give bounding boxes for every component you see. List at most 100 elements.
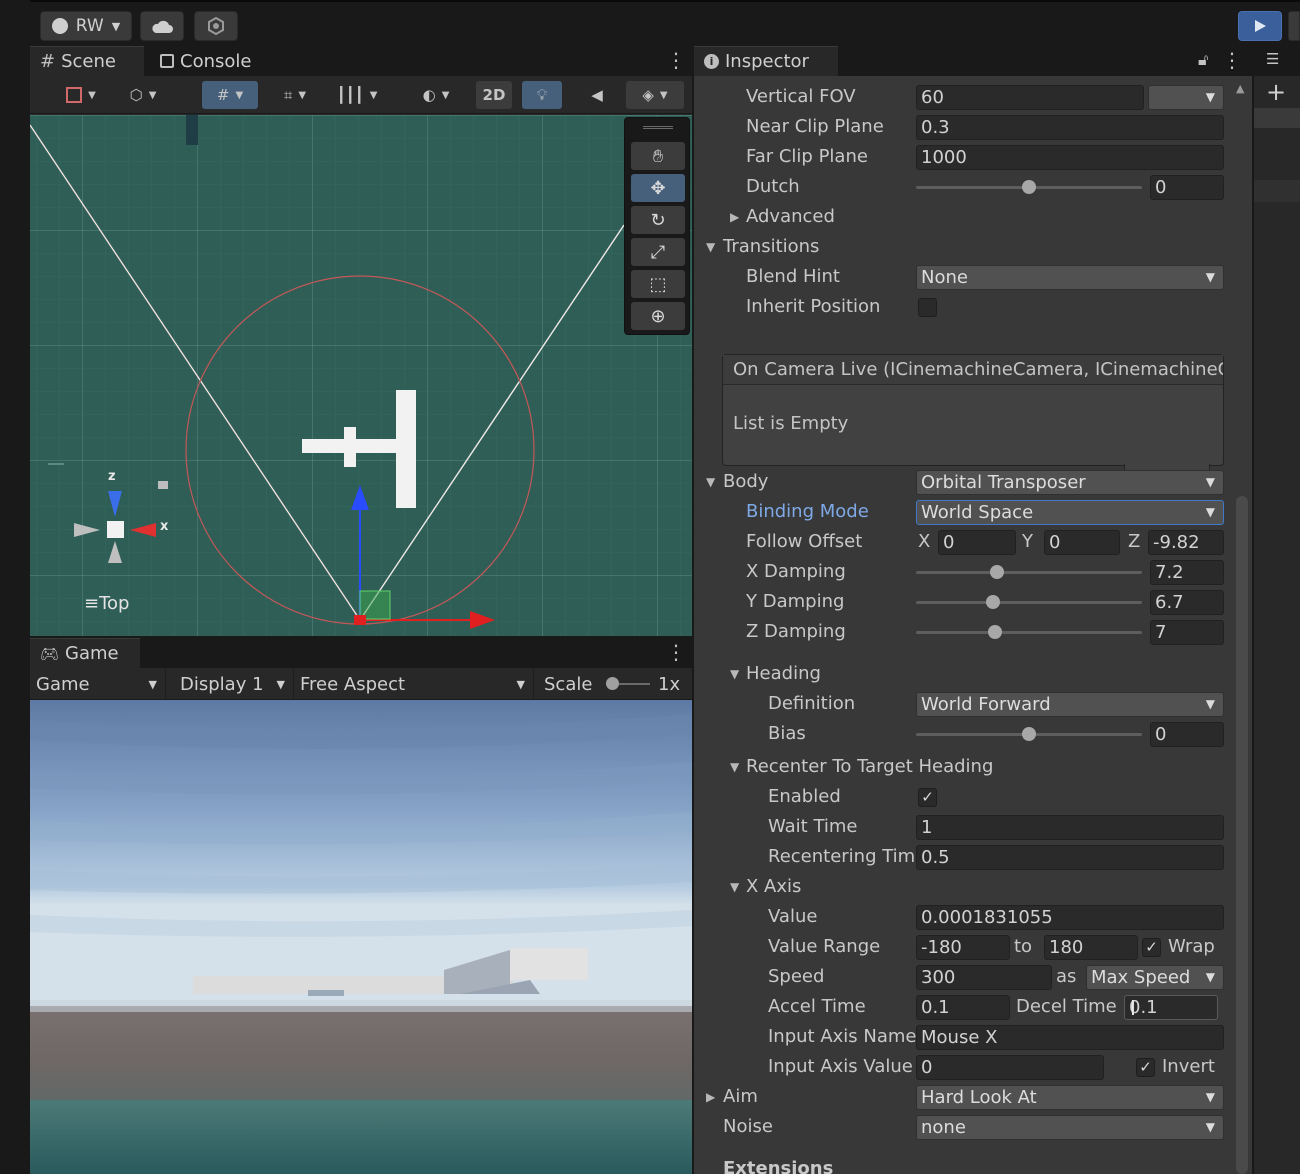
wait-time-input[interactable]: 1 (916, 815, 1224, 840)
axis-value-label: Value (768, 906, 818, 927)
inspector-scrollbar[interactable] (1236, 496, 1248, 1174)
grid-snap-toggle[interactable]: # ▼ (202, 81, 258, 109)
tab-scene[interactable]: # Scene (30, 46, 144, 76)
speed-input[interactable]: 300 (916, 965, 1052, 990)
input-axis-name-input[interactable]: Mouse X (916, 1025, 1224, 1050)
y-damping-input[interactable]: 6.7 (1150, 590, 1224, 615)
chevron-down-icon: ▼ (111, 19, 121, 33)
move-tool-button[interactable]: ✥ (631, 174, 685, 202)
account-dropdown[interactable]: RW ▼ (40, 11, 132, 41)
hand-tool-button[interactable]: ✋︎ (631, 142, 685, 170)
y-damping-slider-track[interactable] (916, 601, 1142, 604)
definition-dropdown[interactable]: World Forward ▼ (916, 692, 1224, 717)
kebab-menu-icon[interactable]: ⋮ (1222, 48, 1242, 72)
near-clip-input[interactable]: 0.3 (916, 115, 1224, 140)
rotate-tool-button[interactable]: ↻ (631, 206, 685, 234)
draw-mode-dropdown[interactable]: ▼ (54, 81, 108, 109)
drag-handle[interactable] (643, 126, 673, 129)
ruler-dropdown[interactable]: ┃┃┃ ▼ (330, 81, 384, 109)
play-button[interactable] (1238, 11, 1282, 41)
2d-toggle-button[interactable]: 2D (476, 81, 512, 109)
x-damping-slider-knob[interactable] (990, 565, 1005, 579)
lock-icon[interactable]: 🔓︎ (1198, 50, 1208, 70)
aspect-dropdown[interactable]: Free Aspect ▼ (294, 668, 534, 700)
speed-mode-dropdown[interactable]: Max Speed ▼ (1086, 965, 1224, 990)
input-axis-value-input[interactable]: 0 (916, 1055, 1104, 1080)
inherit-position-checkbox[interactable] (918, 298, 937, 317)
far-clip-input[interactable]: 1000 (916, 145, 1224, 170)
scale-tool-button[interactable]: ⤢ (631, 238, 685, 266)
hierarchy-row[interactable] (1254, 108, 1300, 128)
z-damping-slider-track[interactable] (916, 631, 1142, 634)
decel-time-input[interactable]: 0.1 (1124, 995, 1218, 1020)
triangle-down-icon[interactable]: ▼ (706, 467, 715, 497)
triangle-down-icon: ▼ (730, 667, 740, 681)
transform-tool-button[interactable]: ⊕ (631, 302, 685, 330)
dutch-slider-knob[interactable] (1022, 180, 1036, 194)
accel-time-input[interactable]: 0.1 (916, 995, 1010, 1020)
bias-slider-knob[interactable] (1022, 727, 1036, 741)
tab-inspector[interactable]: i Inspector (694, 46, 838, 76)
advanced-foldout[interactable]: ▶ Advanced (694, 202, 1242, 232)
scroll-up-icon[interactable]: ▲ (1236, 82, 1244, 95)
blend-hint-dropdown[interactable]: None ▼ (916, 265, 1224, 290)
scene-viewport[interactable]: z x ≡Top ✋︎ ✥ ↻ ⤢ ⬚ ⊕ (30, 115, 692, 636)
heading-foldout[interactable]: ▼ Heading (694, 659, 1242, 689)
offset-z-input[interactable]: -9.82 (1148, 530, 1224, 555)
shading-dropdown[interactable]: ⬡ ▼ (116, 81, 170, 109)
view-orientation-label[interactable]: ≡Top (84, 593, 129, 614)
cloud-button[interactable] (140, 11, 184, 41)
triangle-down-icon: ▼ (706, 240, 716, 254)
range-min-input[interactable]: -180 (916, 935, 1010, 960)
x-axis-foldout[interactable]: ▼ X Axis (694, 872, 1242, 902)
scale-slider-knob[interactable] (606, 677, 619, 690)
body-dropdown[interactable]: Orbital Transposer ▼ (916, 470, 1224, 495)
triangle-right-icon[interactable]: ▶ (706, 1082, 715, 1112)
wrap-checkbox[interactable]: ✓ (1142, 938, 1161, 957)
far-clip-label: Far Clip Plane (746, 146, 868, 167)
bias-input[interactable]: 0 (1150, 722, 1224, 747)
snap-increment-dropdown[interactable]: ⌗ ▼ (268, 81, 322, 109)
chevron-down-icon: ▼ (1205, 697, 1215, 711)
x-damping-input[interactable]: 7.2 (1150, 560, 1224, 585)
render-mode-dropdown[interactable]: ◐ ▼ (410, 81, 462, 109)
lighting-toggle[interactable]: 💡︎ (522, 81, 562, 109)
display-dropdown[interactable]: Display 1 ▼ (174, 668, 294, 700)
audio-toggle[interactable]: ◀ (582, 81, 612, 109)
kebab-menu-icon[interactable]: ⋮ (666, 640, 686, 664)
input-axis-value-label: Input Axis Value (768, 1056, 913, 1077)
x-damping-slider-track[interactable] (916, 571, 1142, 574)
transitions-foldout[interactable]: ▼ Transitions (694, 232, 1242, 262)
z-damping-input[interactable]: 7 (1150, 620, 1224, 645)
aim-dropdown[interactable]: Hard Look At ▼ (916, 1085, 1224, 1110)
tab-game[interactable]: 🎮︎ Game (30, 638, 140, 668)
vertical-fov-input[interactable]: 60 (916, 85, 1144, 110)
game-view-dropdown[interactable]: Game ▼ (30, 668, 166, 700)
offset-y-input[interactable]: 0 (1044, 530, 1120, 555)
range-max-input[interactable]: 180 (1044, 935, 1138, 960)
recentering-time-input[interactable]: 0.5 (916, 845, 1224, 870)
offset-x-input[interactable]: 0 (938, 530, 1016, 555)
kebab-menu-icon[interactable]: ⋮ (666, 48, 686, 72)
extensions-label: Extensions (723, 1158, 834, 1174)
tab-console[interactable]: Console (150, 46, 270, 76)
fov-preset-dropdown[interactable]: ▼ (1148, 85, 1224, 110)
z-damping-slider-knob[interactable] (988, 625, 1003, 639)
noise-dropdown[interactable]: none ▼ (916, 1115, 1224, 1140)
collab-button[interactable] (194, 11, 238, 41)
y-damping-slider-knob[interactable] (985, 595, 1000, 609)
enabled-checkbox[interactable]: ✓ (918, 788, 937, 807)
hierarchy-row[interactable] (1254, 180, 1300, 202)
invert-checkbox[interactable]: ✓ (1136, 1058, 1155, 1077)
hierarchy-tab[interactable]: ☰ (1254, 46, 1300, 76)
rect-tool-button[interactable]: ⬚ (631, 270, 685, 298)
pause-button[interactable] (1288, 11, 1300, 41)
effects-dropdown[interactable]: ◈ ▼ (626, 81, 684, 109)
chevron-down-icon: ▼ (148, 89, 157, 101)
axis-value-input[interactable]: 0.0001831055 (916, 905, 1224, 930)
add-object-button[interactable]: + (1266, 78, 1286, 106)
binding-mode-dropdown[interactable]: World Space ▼ (916, 500, 1224, 525)
recenter-foldout[interactable]: ▼ Recenter To Target Heading (694, 752, 1242, 782)
dutch-input[interactable]: 0 (1150, 175, 1224, 200)
game-viewport[interactable] (30, 700, 692, 1174)
